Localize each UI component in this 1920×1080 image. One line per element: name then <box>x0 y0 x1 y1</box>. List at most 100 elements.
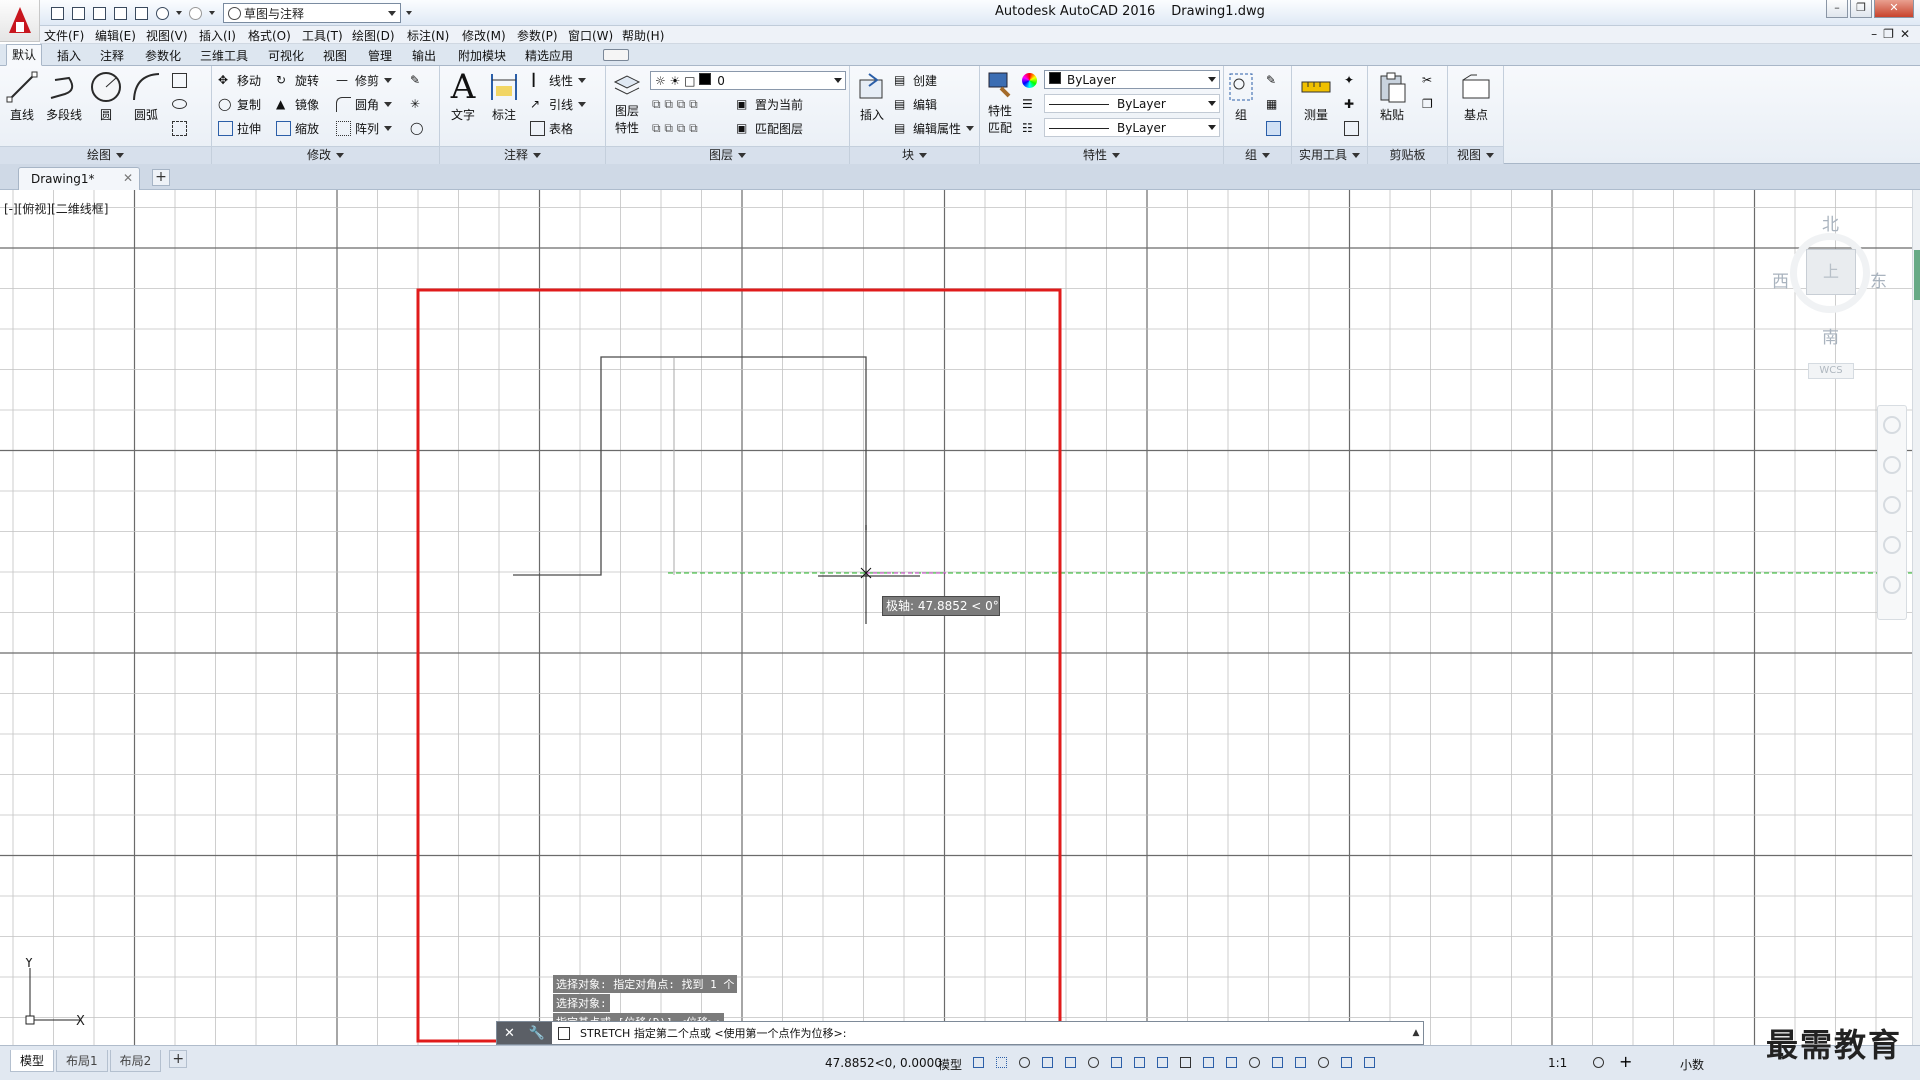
tab-visualize[interactable]: 可视化 <box>268 47 304 64</box>
groups-panel-title[interactable]: 组 <box>1224 146 1291 164</box>
polyline-button[interactable]: 多段线 <box>42 68 86 128</box>
quick-select-button[interactable]: ✦ <box>1344 70 1363 90</box>
layer-tools-row-1[interactable]: ⧉ ⧉ ⧉ ⧉ <box>652 94 698 114</box>
group-button[interactable]: 组 <box>1226 68 1256 128</box>
workspace-select[interactable]: 草图与注释 <box>223 3 401 23</box>
menu-edit[interactable]: 编辑(E) <box>95 27 136 44</box>
rotate-button[interactable]: ↻ 旋转 <box>276 70 319 90</box>
orbit-icon[interactable] <box>1883 536 1901 554</box>
scale-button[interactable]: 缩放 <box>276 118 319 138</box>
command-line[interactable]: ✕ 🔧 STRETCH 指定第二个点或 <使用第一个点作为位移>: ▲ <box>496 1021 1424 1045</box>
command-prompt-icon[interactable] <box>552 1022 576 1044</box>
dynamic-ucs-icon[interactable] <box>1269 1054 1286 1071</box>
create-block-button[interactable]: ▤ 创建 <box>894 70 937 90</box>
compass-north[interactable]: 北 <box>1822 210 1839 235</box>
layer-tools-row-2[interactable]: ⧉ ⧉ ⧉ ⧉ <box>652 118 698 138</box>
offset-button[interactable]: ◯ <box>410 118 429 138</box>
lineweight-list-button[interactable]: ☰ <box>1022 94 1041 114</box>
object-snap-tracking-icon[interactable] <box>1131 1054 1148 1071</box>
dynamic-input-icon[interactable] <box>1039 1054 1056 1071</box>
file-tab-drawing1[interactable]: Drawing1* ✕ <box>18 167 140 190</box>
steering-wheel-icon[interactable] <box>1883 416 1901 434</box>
move-button[interactable]: ✥ 移动 <box>218 70 261 90</box>
layer-properties-button[interactable]: 图层 特性 <box>608 68 646 135</box>
viewcube-face[interactable]: 上 <box>1806 249 1856 295</box>
tab-home[interactable]: 默认 <box>6 44 43 66</box>
linear-dim-button[interactable]: ┃ 线性 <box>530 70 587 90</box>
compass-east[interactable]: 东 <box>1870 267 1887 292</box>
annotation-visibility-icon[interactable] <box>1338 1054 1355 1071</box>
close-button[interactable]: ✕ <box>1874 0 1914 18</box>
tab-insert[interactable]: 插入 <box>57 47 81 64</box>
auto-scale-icon[interactable] <box>1361 1054 1378 1071</box>
id-point-button[interactable]: ✚ <box>1344 94 1363 114</box>
object-snap-icon[interactable] <box>1154 1054 1171 1071</box>
array-button[interactable]: 阵列 <box>336 118 393 138</box>
linetype-select[interactable]: ByLayer <box>1044 94 1220 113</box>
cut-button[interactable]: ✂ <box>1422 70 1441 90</box>
tab-manage[interactable]: 管理 <box>368 47 392 64</box>
doc-restore-button[interactable]: ❐ <box>1883 27 1894 41</box>
wcs-menu[interactable]: WCS <box>1808 363 1854 379</box>
tab-addins[interactable]: 附加模块 <box>458 47 506 64</box>
circle-button[interactable]: 圆 <box>86 68 126 128</box>
menu-window[interactable]: 窗口(W) <box>568 27 613 44</box>
grid-toggle-icon[interactable] <box>970 1054 987 1071</box>
group-select-button[interactable] <box>1266 118 1285 138</box>
application-menu-button[interactable] <box>0 0 40 42</box>
menu-tools[interactable]: 工具(T) <box>302 27 343 44</box>
menu-draw[interactable]: 绘图(D) <box>352 27 395 44</box>
isodraft-icon[interactable] <box>1108 1054 1125 1071</box>
color-select[interactable]: ByLayer <box>1044 70 1220 89</box>
redo-dropdown-icon[interactable] <box>207 4 216 22</box>
copy-button[interactable]: ◯ 复制 <box>218 94 261 114</box>
match-properties-button[interactable]: 特性 匹配 <box>982 68 1018 135</box>
menu-file[interactable]: 文件(F) <box>44 27 84 44</box>
selection-cycling-icon[interactable] <box>1223 1054 1240 1071</box>
viewport-controls[interactable]: [-][俯视][二维线框] <box>4 200 108 217</box>
mirror-button[interactable]: ▲ 镜像 <box>276 94 319 114</box>
clipboard-panel-title[interactable]: 剪贴板 <box>1368 146 1447 164</box>
trim-button[interactable]: — 修剪 <box>336 70 393 90</box>
tab-output[interactable]: 输出 <box>412 47 436 64</box>
showmotion-icon[interactable] <box>1883 576 1901 594</box>
transparency-icon[interactable] <box>1200 1054 1217 1071</box>
infer-constraints-icon[interactable] <box>1016 1054 1033 1071</box>
explode-button[interactable]: ✳ <box>410 94 429 114</box>
save-as-icon[interactable] <box>111 4 129 22</box>
linetype-list-button[interactable]: ☷ <box>1022 118 1041 138</box>
text-button[interactable]: A 文字 <box>443 68 483 128</box>
layer-select[interactable]: ☼ ☀ □ 0 <box>650 71 846 90</box>
drawing-canvas[interactable]: [-][俯视][二维线框] <box>0 190 1920 1045</box>
compass-south[interactable]: 南 <box>1822 323 1839 348</box>
ribbon-minimize-dropdown[interactable] <box>603 49 629 61</box>
ellipse-button[interactable] <box>172 94 191 114</box>
scrollbar-thumb[interactable] <box>1914 250 1920 300</box>
customize-qat-icon[interactable] <box>404 4 413 22</box>
plus-icon[interactable]: + <box>1617 1052 1634 1071</box>
arc-button[interactable]: 圆弧 <box>126 68 166 128</box>
drawing-svg[interactable] <box>0 190 1920 1045</box>
menu-view[interactable]: 视图(V) <box>146 27 188 44</box>
add-layout-button[interactable]: + <box>169 1050 188 1068</box>
restore-button[interactable]: ❐ <box>1850 0 1872 18</box>
layout-tab-model[interactable]: 模型 <box>10 1050 55 1072</box>
annotation-panel-title[interactable]: 注释 <box>440 146 605 164</box>
view-panel-title[interactable]: 视图 <box>1448 146 1503 164</box>
menu-modify[interactable]: 修改(M) <box>462 27 506 44</box>
table-button[interactable]: 表格 <box>530 118 573 138</box>
print-icon[interactable] <box>132 4 150 22</box>
line-button[interactable]: 直线 <box>2 68 42 128</box>
undo-dropdown-icon[interactable] <box>174 4 183 22</box>
layers-panel-title[interactable]: 图层 <box>606 146 849 164</box>
menu-insert[interactable]: 插入(I) <box>199 27 236 44</box>
set-current-layer-button[interactable]: ▣ 置为当前 <box>736 94 803 114</box>
undo-icon[interactable] <box>153 4 171 22</box>
save-icon[interactable] <box>90 4 108 22</box>
insert-block-button[interactable]: 插入 <box>852 68 892 128</box>
color-wheel-button[interactable] <box>1022 70 1041 90</box>
compass-west[interactable]: 西 <box>1772 267 1789 292</box>
new-tab-button[interactable]: + <box>152 169 170 186</box>
calculator-button[interactable] <box>1344 118 1363 138</box>
utilities-panel-title[interactable]: 实用工具 <box>1292 146 1367 164</box>
